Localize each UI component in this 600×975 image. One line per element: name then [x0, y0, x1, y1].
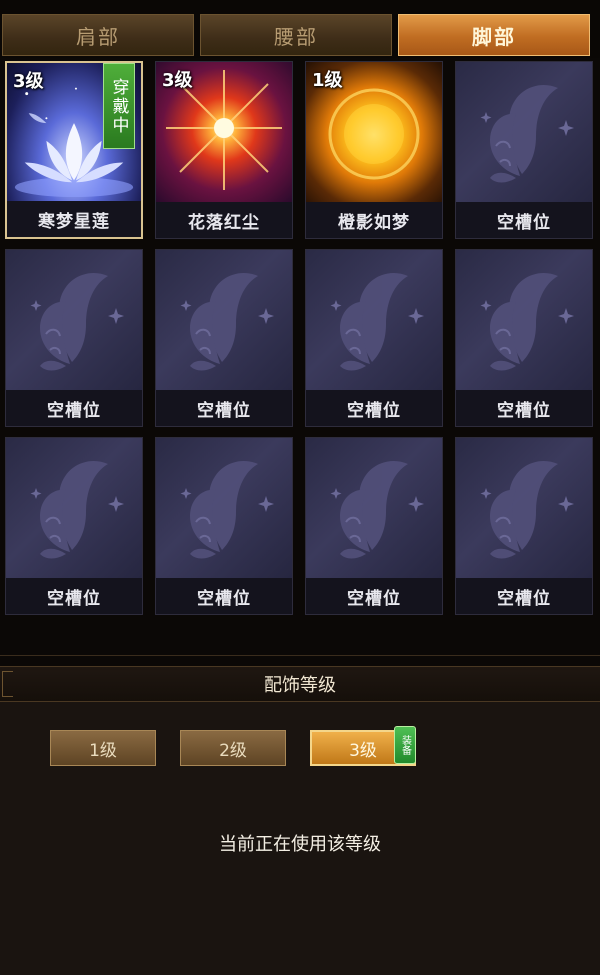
butterfly-icon — [456, 62, 592, 202]
tab-feet[interactable]: 脚部 — [398, 14, 590, 56]
accessory-grid: 3级 穿戴中 寒梦星莲 3级 花落红尘 1级 橙影如梦 空槽位 空槽位 空槽位 … — [5, 61, 595, 615]
slot-name: 空槽位 — [306, 390, 442, 426]
butterfly-icon — [306, 250, 442, 390]
empty-slot[interactable]: 空槽位 — [5, 249, 143, 427]
slot-level: 3级 — [13, 71, 44, 92]
level-2-button[interactable]: 2级 — [180, 730, 286, 766]
slot-name: 花落红尘 — [156, 202, 292, 238]
section-header: 配饰等级 — [0, 666, 600, 702]
butterfly-icon — [156, 438, 292, 578]
butterfly-icon — [306, 438, 442, 578]
slot-name: 橙影如梦 — [306, 202, 442, 238]
level-label: 3级 — [349, 740, 377, 761]
butterfly-icon — [6, 438, 142, 578]
empty-slot[interactable]: 空槽位 — [455, 61, 593, 239]
butterfly-icon — [6, 250, 142, 390]
empty-slot[interactable]: 空槽位 — [5, 437, 143, 615]
slot-name: 空槽位 — [456, 390, 592, 426]
slot-name: 寒梦星莲 — [7, 201, 141, 237]
wearing-badge: 穿戴中 — [103, 63, 135, 149]
slot-name: 空槽位 — [456, 202, 592, 238]
slot-level: 3级 — [162, 70, 193, 91]
level-panel: 1级 2级 3级 装备 当前正在使用该等级 — [0, 702, 600, 975]
empty-slot[interactable]: 空槽位 — [305, 437, 443, 615]
slot-name: 空槽位 — [156, 578, 292, 614]
butterfly-icon — [456, 438, 592, 578]
butterfly-icon — [456, 250, 592, 390]
slot-level: 1级 — [312, 70, 343, 91]
status-text: 当前正在使用该等级 — [219, 834, 381, 855]
level-1-button[interactable]: 1级 — [50, 730, 156, 766]
empty-slot[interactable]: 空槽位 — [155, 249, 293, 427]
tab-waist[interactable]: 腰部 — [200, 14, 392, 56]
empty-slot[interactable]: 空槽位 — [455, 249, 593, 427]
accessory-slot[interactable]: 3级 穿戴中 寒梦星莲 — [5, 61, 143, 239]
slot-name: 空槽位 — [306, 578, 442, 614]
empty-slot[interactable]: 空槽位 — [455, 437, 593, 615]
level-3-button[interactable]: 3级 装备 — [310, 726, 416, 766]
slot-name: 空槽位 — [456, 578, 592, 614]
section-title: 配饰等级 — [264, 675, 336, 696]
empty-slot[interactable]: 空槽位 — [155, 437, 293, 615]
slot-name: 空槽位 — [6, 390, 142, 426]
equipped-tag: 装备 — [394, 726, 416, 764]
empty-slot[interactable]: 空槽位 — [305, 249, 443, 427]
slot-name: 空槽位 — [6, 578, 142, 614]
accessory-tabs: 肩部 腰部 脚部 — [0, 0, 600, 58]
butterfly-icon — [156, 250, 292, 390]
section-divider — [0, 655, 600, 656]
slot-name: 空槽位 — [156, 390, 292, 426]
tab-shoulder[interactable]: 肩部 — [2, 14, 194, 56]
accessory-slot[interactable]: 3级 花落红尘 — [155, 61, 293, 239]
accessory-slot[interactable]: 1级 橙影如梦 — [305, 61, 443, 239]
